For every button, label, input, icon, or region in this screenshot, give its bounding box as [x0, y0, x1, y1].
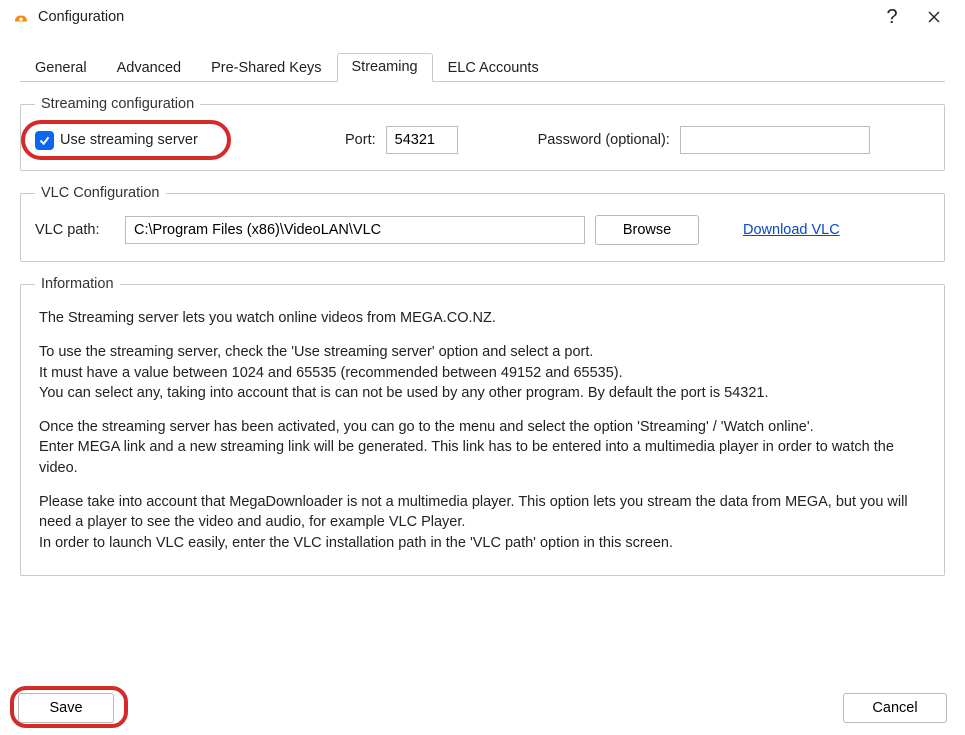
tab-streaming[interactable]: Streaming — [337, 53, 433, 82]
port-input[interactable] — [386, 126, 458, 154]
vlc-path-input[interactable] — [125, 216, 585, 244]
vlc-path-label: VLC path: — [35, 222, 115, 238]
close-icon[interactable] — [913, 3, 955, 31]
fieldset-streaming-config: Streaming configuration Use streaming se… — [20, 96, 945, 171]
use-streaming-checkbox[interactable] — [35, 131, 54, 150]
use-streaming-label: Use streaming server — [60, 132, 198, 148]
tab-general[interactable]: General — [20, 54, 102, 82]
tab-pre-shared-keys[interactable]: Pre-Shared Keys — [196, 54, 336, 82]
port-label: Port: — [345, 132, 376, 148]
password-label: Password (optional): — [538, 132, 670, 148]
info-text: The Streaming server lets you watch onli… — [35, 306, 930, 559]
info-p4: Please take into account that MegaDownlo… — [39, 492, 926, 553]
password-input[interactable] — [680, 126, 870, 154]
save-button[interactable]: Save — [18, 693, 114, 723]
cancel-button[interactable]: Cancel — [843, 693, 947, 723]
legend-streaming: Streaming configuration — [35, 96, 200, 112]
download-vlc-link[interactable]: Download VLC — [743, 222, 840, 238]
fieldset-vlc-config: VLC Configuration VLC path: Browse Downl… — [20, 185, 945, 262]
info-p1: The Streaming server lets you watch onli… — [39, 308, 926, 328]
window-title: Configuration — [38, 9, 124, 25]
tab-bar: General Advanced Pre-Shared Keys Streami… — [20, 52, 945, 82]
titlebar: Configuration ? — [0, 0, 965, 34]
legend-info: Information — [35, 276, 120, 292]
info-p3: Once the streaming server has been activ… — [39, 417, 926, 478]
tab-advanced[interactable]: Advanced — [102, 54, 197, 82]
info-p2: To use the streaming server, check the '… — [39, 342, 926, 403]
tab-elc-accounts[interactable]: ELC Accounts — [433, 54, 554, 82]
legend-vlc: VLC Configuration — [35, 185, 166, 201]
help-icon[interactable]: ? — [871, 3, 913, 31]
footer: Save Cancel — [0, 693, 965, 723]
fieldset-information: Information The Streaming server lets yo… — [20, 276, 945, 576]
app-icon — [12, 8, 30, 26]
browse-button[interactable]: Browse — [595, 215, 699, 245]
content-pane: General Advanced Pre-Shared Keys Streami… — [0, 34, 965, 576]
